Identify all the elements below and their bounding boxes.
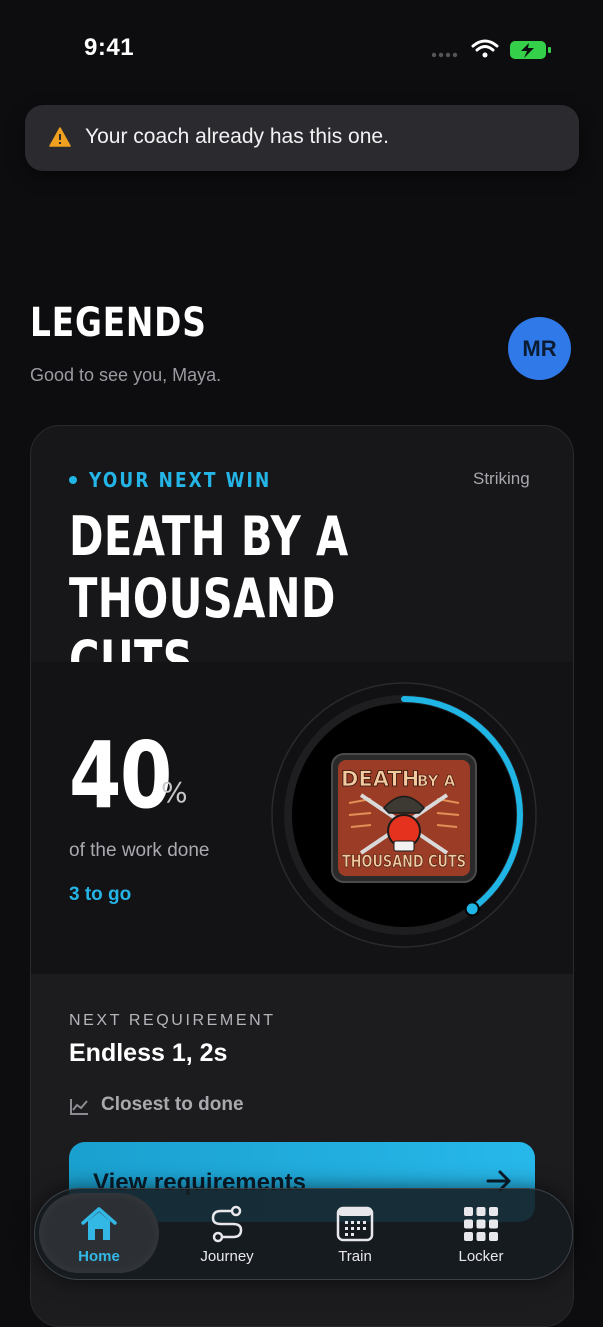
progress-section: 40 % of the work done 3 to go DEATH BY A: [31, 662, 573, 974]
status-icons: [431, 39, 551, 59]
kicker-dot: [69, 476, 77, 484]
category-label: Striking: [473, 469, 530, 488]
tab-home[interactable]: Home: [39, 1193, 159, 1273]
tab-home-label: Home: [78, 1248, 120, 1265]
achievement-title-line1: DEATH BY A: [69, 505, 349, 568]
badge-text-line2: THOUSAND CUTS: [342, 852, 466, 872]
battery-charging-icon: [510, 41, 551, 59]
closest-to-done-label: Closest to done: [101, 1094, 244, 1115]
progress-percent-unit: %: [161, 776, 188, 809]
tab-locker-label: Locker: [458, 1248, 504, 1265]
next-win-kicker: YOUR NEXT WIN: [89, 468, 272, 492]
signal-icon: [431, 52, 458, 58]
requirement-value: Endless 1, 2s: [69, 1039, 228, 1067]
grid-icon: [464, 1207, 498, 1241]
trend-chart-icon: [70, 1099, 88, 1115]
tab-train[interactable]: Train: [295, 1193, 415, 1273]
wifi-icon: [471, 39, 499, 58]
tab-locker[interactable]: Locker: [421, 1193, 541, 1273]
progress-caption: of the work done: [69, 840, 210, 861]
calendar-icon: [336, 1206, 374, 1242]
achievement-badge-icon: DEATH BY A THOUSAND CUTS: [331, 753, 477, 883]
avatar[interactable]: MR: [508, 317, 571, 380]
toast-message: Your coach already has this one.: [85, 125, 389, 148]
status-time: 9:41: [84, 34, 135, 61]
warning-icon: [49, 127, 71, 147]
tab-journey[interactable]: Journey: [167, 1193, 287, 1273]
page-title: LEGENDS: [30, 300, 207, 346]
badge-text-line1b: BY A: [417, 772, 456, 790]
tab-journey-label: Journey: [200, 1248, 254, 1265]
greeting-text: Good to see you, Maya.: [30, 365, 222, 385]
tab-bar: Home Journey Train Locker: [34, 1188, 573, 1280]
badge-text-line1: DEATH: [341, 767, 419, 791]
toast-notification: Your coach already has this one.: [25, 105, 579, 171]
route-icon: [211, 1205, 243, 1243]
requirement-label: NEXT REQUIREMENT: [69, 1012, 276, 1029]
progress-knob: [464, 901, 480, 917]
tab-train-label: Train: [338, 1248, 372, 1265]
progress-percent: 40: [69, 722, 172, 829]
remaining-count: 3 to go: [69, 884, 132, 905]
home-icon: [81, 1207, 117, 1240]
